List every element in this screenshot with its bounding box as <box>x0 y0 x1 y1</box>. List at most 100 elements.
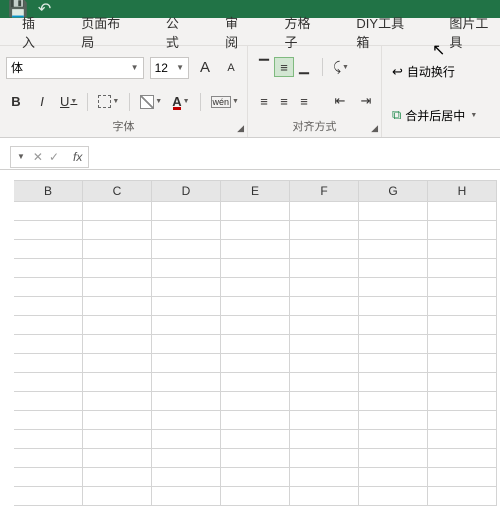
enter-icon[interactable]: ✓ <box>49 150 59 164</box>
align-left-button[interactable]: ≡ <box>254 91 274 111</box>
cell[interactable] <box>14 487 83 506</box>
cell[interactable] <box>290 430 359 449</box>
cell[interactable] <box>83 335 152 354</box>
cell[interactable] <box>83 449 152 468</box>
cell[interactable] <box>83 411 152 430</box>
tab-review[interactable]: 审阅 <box>225 13 250 51</box>
cell[interactable] <box>290 297 359 316</box>
cell[interactable] <box>221 316 290 335</box>
cell[interactable] <box>14 373 83 392</box>
cell[interactable] <box>359 411 428 430</box>
column-header-E[interactable]: E <box>221 180 290 202</box>
cell[interactable] <box>359 487 428 506</box>
cell[interactable] <box>152 487 221 506</box>
tab-formula[interactable]: 公式 <box>166 13 191 51</box>
column-header-B[interactable]: B <box>14 180 83 202</box>
cell[interactable] <box>359 240 428 259</box>
cell[interactable] <box>14 297 83 316</box>
increase-indent-button[interactable]: ⇥ <box>356 91 376 111</box>
cell[interactable] <box>359 449 428 468</box>
cell[interactable] <box>359 392 428 411</box>
cell[interactable] <box>83 316 152 335</box>
column-header-F[interactable]: F <box>290 180 359 202</box>
cell[interactable] <box>14 221 83 240</box>
cell[interactable] <box>83 297 152 316</box>
cancel-icon[interactable]: ✕ <box>33 150 43 164</box>
cell[interactable] <box>14 259 83 278</box>
decrease-indent-button[interactable]: ⇤ <box>330 91 350 111</box>
increase-font-button[interactable]: A <box>195 58 215 78</box>
cell[interactable] <box>359 373 428 392</box>
font-size-select[interactable]: 12 ▼ <box>150 57 189 79</box>
tab-picture-tools[interactable]: 图片工具 <box>449 13 500 51</box>
fill-color-button[interactable]: ▼ <box>138 92 164 112</box>
cell[interactable] <box>221 487 290 506</box>
cell[interactable] <box>359 335 428 354</box>
decrease-font-button[interactable]: A <box>221 58 241 78</box>
cell[interactable] <box>290 487 359 506</box>
cell[interactable] <box>290 202 359 221</box>
cell[interactable] <box>152 354 221 373</box>
tab-page-layout[interactable]: 页面布局 <box>81 13 132 51</box>
cell[interactable] <box>221 449 290 468</box>
cell[interactable] <box>428 449 497 468</box>
cell[interactable] <box>290 316 359 335</box>
cell[interactable] <box>428 335 497 354</box>
cell[interactable] <box>290 449 359 468</box>
cell[interactable] <box>83 373 152 392</box>
cell[interactable] <box>14 411 83 430</box>
cell[interactable] <box>428 411 497 430</box>
undo-icon[interactable]: ↶ <box>38 0 51 19</box>
cell[interactable] <box>428 487 497 506</box>
cell[interactable] <box>428 316 497 335</box>
cell[interactable] <box>290 259 359 278</box>
cell[interactable] <box>14 430 83 449</box>
cell[interactable] <box>152 468 221 487</box>
font-color-button[interactable]: A▼ <box>170 92 191 112</box>
cell[interactable] <box>290 373 359 392</box>
cell[interactable] <box>152 240 221 259</box>
cell[interactable] <box>83 430 152 449</box>
cell[interactable] <box>83 202 152 221</box>
cell[interactable] <box>428 430 497 449</box>
cell[interactable] <box>83 468 152 487</box>
cell[interactable] <box>221 392 290 411</box>
underline-button[interactable]: U▼ <box>58 92 79 112</box>
cell[interactable] <box>83 221 152 240</box>
cell[interactable] <box>221 240 290 259</box>
cell[interactable] <box>428 240 497 259</box>
font-dialog-launcher[interactable]: ◢ <box>237 123 244 134</box>
cell[interactable] <box>359 316 428 335</box>
merge-center-button[interactable]: ⧉ 合并后居中 ▼ <box>388 104 494 126</box>
align-bottom-button[interactable]: ▁ <box>294 57 314 77</box>
cell[interactable] <box>152 430 221 449</box>
cell[interactable] <box>290 354 359 373</box>
cell[interactable] <box>83 240 152 259</box>
border-button[interactable]: ▼ <box>96 92 121 112</box>
cell[interactable] <box>14 278 83 297</box>
align-top-button[interactable]: ▔ <box>254 57 274 77</box>
cell[interactable] <box>428 468 497 487</box>
fx-label[interactable]: fx <box>73 150 82 164</box>
phonetic-button[interactable]: wén▼ <box>209 92 241 112</box>
cell[interactable] <box>83 354 152 373</box>
cell[interactable] <box>152 316 221 335</box>
cell[interactable] <box>221 354 290 373</box>
cell[interactable] <box>359 202 428 221</box>
chevron-down-icon[interactable]: ▼ <box>17 152 25 161</box>
cell[interactable] <box>221 259 290 278</box>
orientation-button[interactable]: ⤹▼ <box>331 57 351 77</box>
cell[interactable] <box>290 392 359 411</box>
cell[interactable] <box>14 449 83 468</box>
cell[interactable] <box>152 392 221 411</box>
cell[interactable] <box>14 202 83 221</box>
cell[interactable] <box>83 278 152 297</box>
cell[interactable] <box>83 392 152 411</box>
tab-diy-toolbox[interactable]: DIY工具箱 <box>356 13 415 51</box>
cell[interactable] <box>359 430 428 449</box>
cell[interactable] <box>221 373 290 392</box>
align-middle-button[interactable]: ≡ <box>274 57 294 77</box>
cell[interactable] <box>221 202 290 221</box>
cell[interactable] <box>359 468 428 487</box>
save-icon[interactable]: 💾 <box>8 0 28 19</box>
